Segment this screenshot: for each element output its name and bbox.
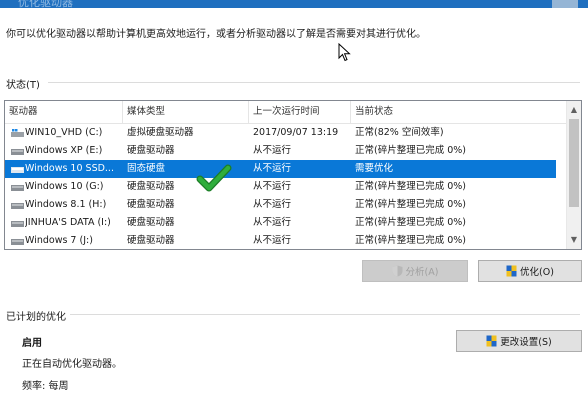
scroll-up-arrow-icon[interactable]: ▲: [567, 103, 581, 117]
hard-drive-icon: [11, 203, 24, 209]
media-type: 硬盘驱动器: [127, 217, 175, 228]
current-status: 正常(碎片整理已完成 0%): [355, 181, 467, 192]
last-run-time: 从不运行: [253, 235, 292, 246]
drive-name: JINHUA'S DATA (I:): [25, 217, 111, 228]
description-text: 你可以优化驱动器以帮助计算机更高效地运行，或者分析驱动器以了解是否需要对其进行优…: [6, 29, 426, 40]
hard-drive-icon: [11, 221, 24, 227]
scheduled-info: 正在自动优化驱动器。: [22, 359, 122, 370]
column-header-last-run[interactable]: 上一次运行时间: [249, 101, 351, 123]
column-header-media-type[interactable]: 媒体类型: [123, 101, 249, 123]
current-status: 正常(碎片整理已完成 0%): [355, 235, 467, 246]
drive-name: WIN10_VHD (C:): [25, 127, 103, 138]
status-section-label: 状态(T): [6, 80, 40, 91]
last-run-time: 从不运行: [253, 217, 292, 228]
optimize-button-label: 优化(O): [520, 267, 554, 278]
media-type: 硬盘驱动器: [127, 235, 175, 246]
uac-shield-icon: [506, 265, 517, 277]
window-title: 优化驱动器: [18, 0, 73, 9]
drive-list-header: 驱动器 媒体类型 上一次运行时间 当前状态: [5, 101, 567, 124]
optimize-button[interactable]: 优化(O): [478, 260, 582, 282]
title-bar[interactable]: 优化驱动器: [0, 0, 588, 9]
uac-shield-icon: [392, 265, 403, 277]
drive-name: Windows 7 (J:): [25, 235, 93, 246]
scheduled-state: 启用: [22, 338, 42, 349]
column-header-drive[interactable]: 驱动器: [5, 101, 123, 123]
analyze-button[interactable]: 分析(A): [362, 260, 468, 282]
change-settings-button-label: 更改设置(S): [500, 337, 552, 348]
optimize-drives-window: 优化驱动器 你可以优化驱动器以帮助计算机更高效地运行，或者分析驱动器以了解是否需…: [0, 0, 588, 418]
last-run-time: 从不运行: [253, 145, 292, 156]
drive-row[interactable]: JINHUA'S DATA (I:) 硬盘驱动器 从不运行 正常(碎片整理已完成 0%…: [5, 214, 556, 232]
scheduled-divider: [70, 314, 580, 315]
last-run-time: 2017/09/07 13:19: [253, 127, 339, 138]
drive-row[interactable]: Windows 10 (G:) 硬盘驱动器 从不运行 正常(碎片整理已完成 0%): [5, 178, 556, 196]
change-settings-button[interactable]: 更改设置(S): [456, 330, 582, 352]
close-button[interactable]: [552, 0, 578, 8]
current-status: 正常(82% 空间效率): [355, 127, 444, 138]
hard-drive-icon: [11, 185, 24, 191]
last-run-time: 从不运行: [253, 163, 292, 174]
hard-drive-icon: [11, 167, 24, 173]
media-type: 固态硬盘: [127, 163, 166, 174]
media-type: 硬盘驱动器: [127, 181, 175, 192]
uac-shield-icon: [486, 335, 497, 347]
current-status: 正常(碎片整理已完成 0%): [355, 217, 467, 228]
current-status: 正常(碎片整理已完成 0%): [355, 199, 467, 210]
media-type: 虚拟硬盘驱动器: [127, 127, 194, 138]
drive-row[interactable]: WIN10_VHD (C:) 虚拟硬盘驱动器 2017/09/07 13:19 正常(…: [5, 124, 556, 142]
scheduled-section-label: 已计划的优化: [6, 312, 66, 323]
drive-name: Windows XP (E:): [25, 145, 103, 156]
drive-row[interactable]: Windows 7 (J:) 硬盘驱动器 从不运行 正常(碎片整理已完成 0%): [5, 232, 556, 249]
analyze-button-label: 分析(A): [405, 267, 439, 278]
windows-drive-icon: [11, 129, 24, 137]
checkmark-icon: [196, 164, 232, 192]
drive-name: Windows 10 SSD...: [25, 163, 114, 174]
drive-row[interactable]: Windows 8.1 (H:) 硬盘驱动器 从不运行 正常(碎片整理已完成 0%): [5, 196, 556, 214]
drive-list-scrollbar[interactable]: ▲ ▼: [566, 101, 581, 249]
hard-drive-icon: [11, 239, 24, 245]
drive-list[interactable]: 驱动器 媒体类型 上一次运行时间 当前状态 WIN10_VHD (C:) 虚拟硬盘…: [4, 100, 582, 250]
drive-name: Windows 8.1 (H:): [25, 199, 107, 210]
scheduled-frequency: 频率: 每周: [22, 381, 69, 392]
status-divider: [48, 82, 580, 83]
column-header-current-status[interactable]: 当前状态: [351, 101, 567, 123]
last-run-time: 从不运行: [253, 181, 292, 192]
drive-row[interactable]: Windows 10 SSD... 固态硬盘 从不运行 需要优化: [5, 160, 556, 178]
mouse-cursor-icon: [338, 43, 351, 62]
current-status: 需要优化: [355, 163, 394, 174]
media-type: 硬盘驱动器: [127, 145, 175, 156]
scroll-down-arrow-icon[interactable]: ▼: [567, 233, 581, 247]
current-status: 正常(碎片整理已完成 0%): [355, 145, 467, 156]
media-type: 硬盘驱动器: [127, 199, 175, 210]
scroll-thumb[interactable]: [569, 119, 579, 207]
drive-row[interactable]: Windows XP (E:) 硬盘驱动器 从不运行 正常(碎片整理已完成 0%): [5, 142, 556, 160]
hard-drive-icon: [11, 149, 24, 155]
drive-name: Windows 10 (G:): [25, 181, 104, 192]
last-run-time: 从不运行: [253, 199, 292, 210]
